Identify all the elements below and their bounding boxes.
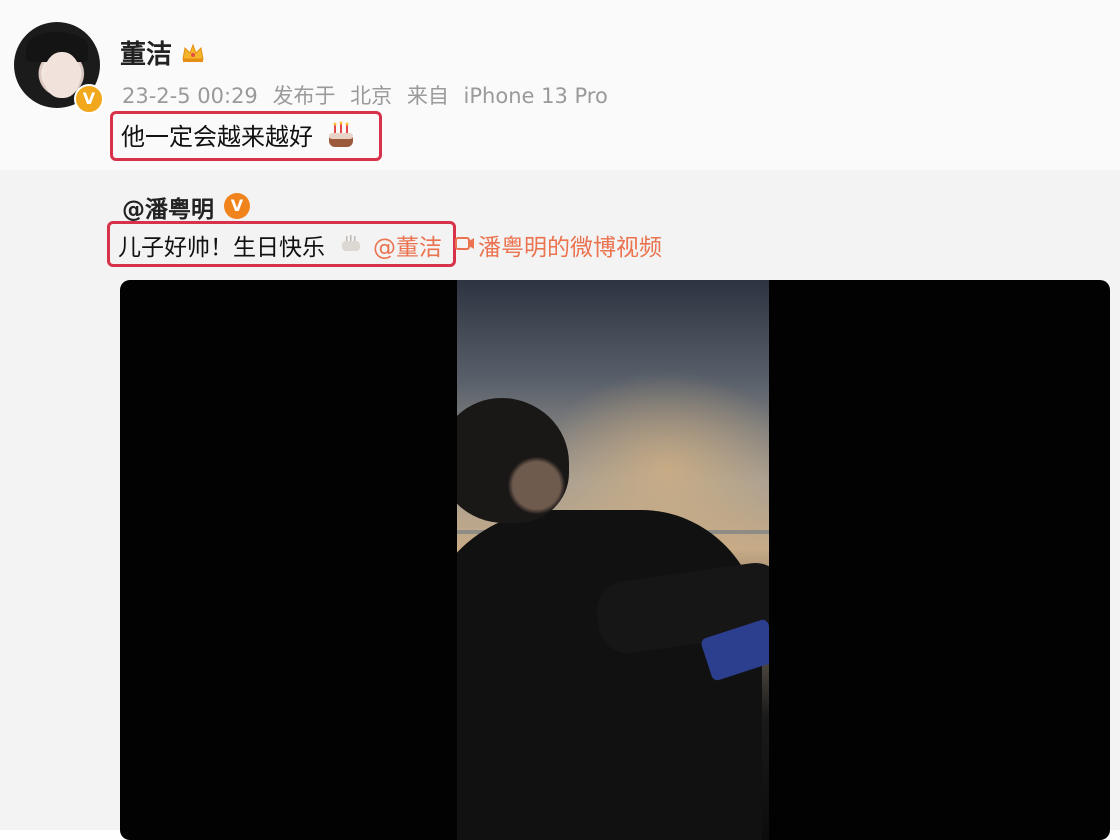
video-link[interactable]: 潘粤明的微博视频 [478,228,662,262]
small-cake-icon [342,235,360,251]
posted-label: 发布于 [272,84,336,108]
vip-badge-icon: V [224,193,250,219]
post-meta: 23-2-5 00:29 发布于 北京 来自 iPhone 13 Pro [122,80,616,110]
crown-icon [182,43,204,62]
video-frame [457,280,769,840]
mention-link[interactable]: @董洁 [373,228,442,262]
video-icon [455,237,474,250]
post-text: 他一定会越来越好 [121,123,313,151]
post-username[interactable]: 董洁 [120,34,172,71]
post-timestamp: 23-2-5 00:29 [122,84,258,108]
repost-text: 儿子好帅！生日快乐 [118,235,325,261]
source-label: 来自 [406,84,449,108]
repost-username[interactable]: @潘粤明 [122,190,214,224]
avatar-face [44,52,80,98]
verified-badge-icon: V [74,84,104,114]
post-location: 北京 [350,84,393,108]
video-person-head [457,398,569,523]
video-player[interactable] [120,280,1110,840]
post-device: iPhone 13 Pro [463,84,608,108]
birthday-cake-icon [329,121,353,147]
